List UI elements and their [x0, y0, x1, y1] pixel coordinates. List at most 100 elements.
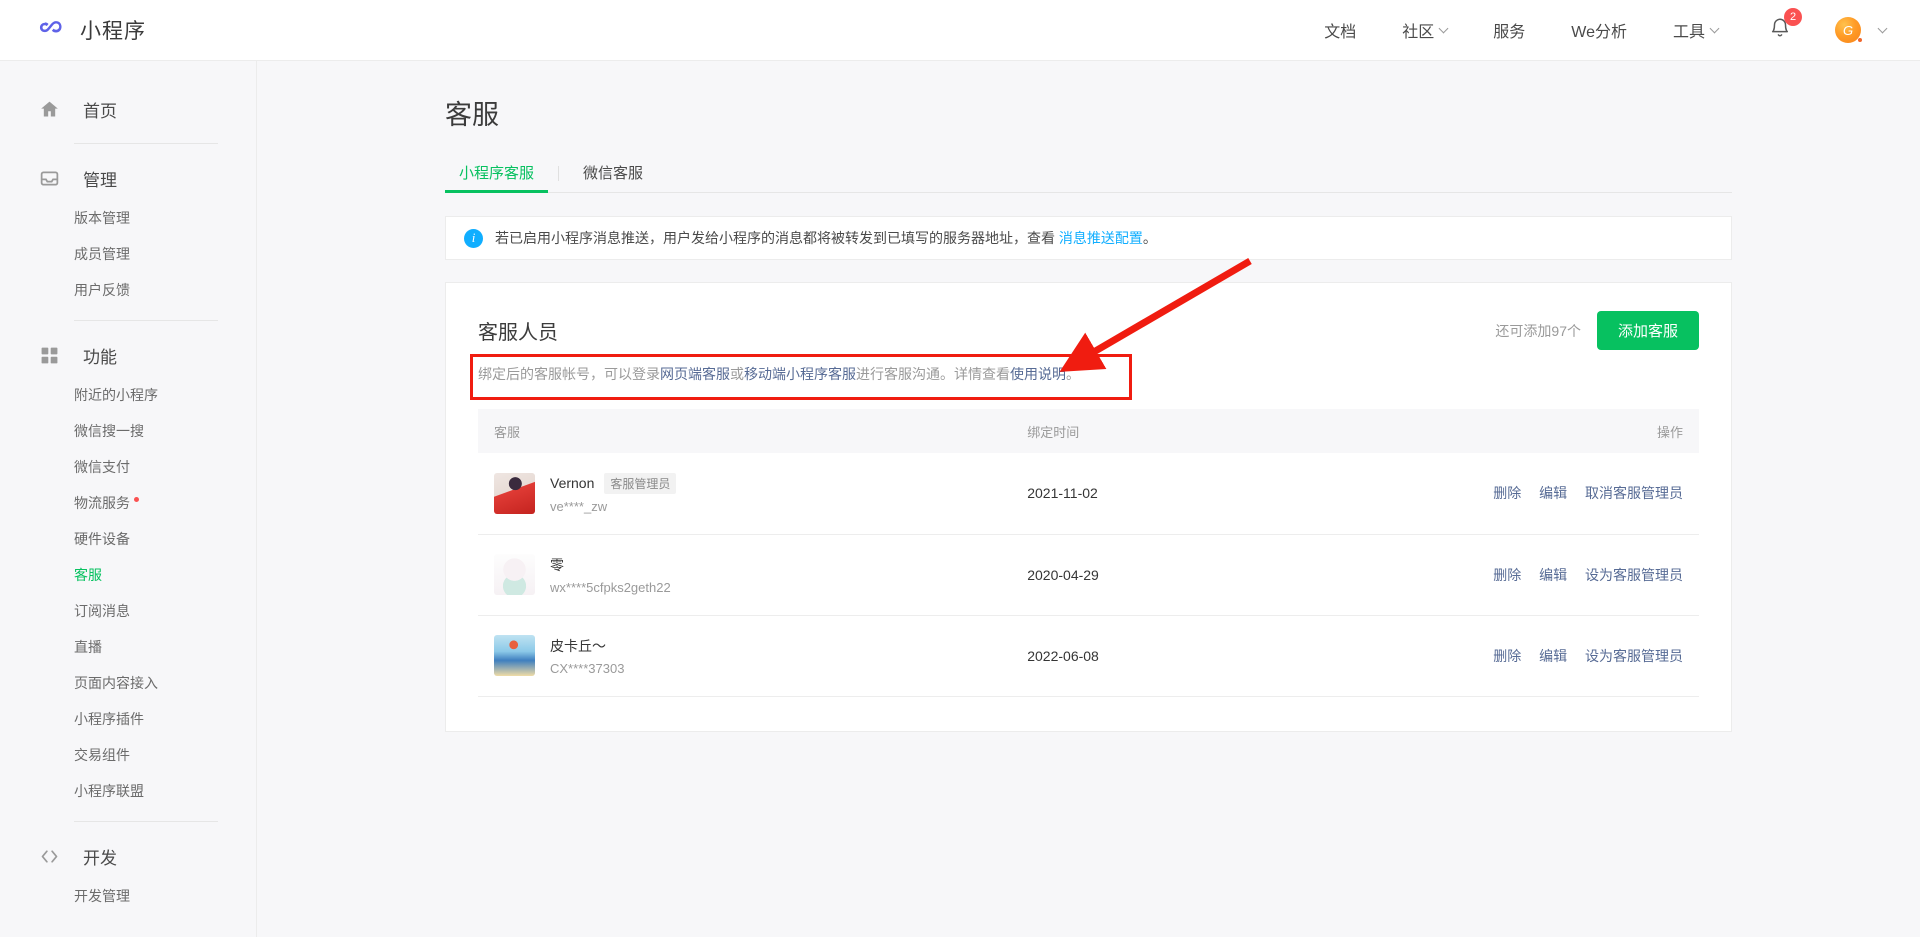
sidebar-divider: [74, 320, 218, 321]
info-text-before: 若已启用小程序消息推送，用户发给小程序的消息都将被转发到已填写的服务器地址，查看: [495, 230, 1059, 246]
cs-staff-table: 客服 绑定时间 操作 Vernon 客服管理员 ve****_zw 2021-1…: [478, 409, 1699, 697]
sidebar-item-members[interactable]: 成员管理: [0, 236, 256, 272]
cs-card-actions: 还可添加97个 添加客服: [1495, 311, 1699, 350]
sidebar-group-label: 首页: [83, 101, 117, 121]
message-push-config-link[interactable]: 消息推送配置: [1059, 230, 1143, 246]
nav-label: 服务: [1493, 24, 1526, 41]
nav-item-service[interactable]: 服务: [1493, 18, 1525, 42]
sidebar-item-version[interactable]: 版本管理: [0, 200, 256, 236]
cs-account: ve****_zw: [550, 498, 608, 514]
sidebar-item-label: 物流服务: [74, 495, 130, 511]
sidebar-item-subscribe-message[interactable]: 订阅消息: [0, 593, 256, 629]
edit-link[interactable]: 编辑: [1539, 648, 1567, 664]
cs-nickname: 零: [550, 556, 564, 573]
nav-item-tools[interactable]: 工具: [1673, 18, 1720, 42]
sidebar-item-label: 版本管理: [74, 210, 130, 226]
nav-item-community[interactable]: 社区: [1402, 18, 1449, 42]
avatar-image: [494, 554, 535, 595]
cell-cs-user: Vernon 客服管理员 ve****_zw: [478, 453, 1016, 535]
tab-label: 微信客服: [583, 165, 644, 182]
table-header-row: 客服 绑定时间 操作: [478, 409, 1699, 453]
sidebar-item-label: 直播: [74, 639, 102, 655]
sidebar-item-live[interactable]: 直播: [0, 629, 256, 665]
avatar[interactable]: G: [1835, 17, 1862, 43]
app-root: 小程序 文档 社区 服务 We分析 工具 2 G 首页 管理 版本管理 成员管理…: [0, 0, 1920, 937]
cell-bind-time: 2020-04-29: [1015, 534, 1419, 616]
header-nav: 文档 社区 服务 We分析 工具 2 G: [1301, 7, 1890, 44]
desc-part-3: 进行客服沟通。详情查看: [856, 366, 1010, 382]
sidebar-item-label: 小程序联盟: [74, 783, 144, 799]
sidebar-item-label: 客服: [74, 567, 102, 583]
nav-item-docs[interactable]: 文档: [1324, 18, 1356, 42]
cell-bind-time: 2022-06-08: [1015, 615, 1419, 697]
cs-user-meta: 皮卡丘～ CX****37303: [550, 636, 624, 676]
edit-link[interactable]: 编辑: [1539, 567, 1567, 583]
sidebar-item-label: 附近的小程序: [74, 387, 158, 403]
tab-mini-program-cs[interactable]: 小程序客服: [445, 162, 549, 193]
sidebar-item-label: 小程序插件: [74, 711, 144, 727]
mini-program-logo-icon: [34, 13, 68, 47]
tab-label: 小程序客服: [459, 165, 535, 182]
info-banner-text: 若已启用小程序消息推送，用户发给小程序的消息都将被转发到已填写的服务器地址，查看…: [495, 228, 1157, 248]
code-icon: [38, 845, 60, 867]
tab-wechat-cs[interactable]: 微信客服: [569, 162, 657, 192]
nav-item-weanalytics[interactable]: We分析: [1571, 18, 1627, 42]
cs-card-header: 客服人员 还可添加97个 添加客服: [478, 311, 1699, 350]
sidebar-item-dev-manage[interactable]: 开发管理: [0, 878, 256, 914]
sidebar-item-hardware[interactable]: 硬件设备: [0, 521, 256, 557]
brand-name: 小程序: [80, 20, 146, 43]
cs-account: CX****37303: [550, 660, 625, 676]
cs-account: wx****5cfpks2geth22: [550, 579, 671, 595]
cs-admin-badge: 客服管理员: [604, 472, 677, 494]
sidebar-item-logistics[interactable]: 物流服务: [0, 485, 256, 521]
sidebar-item-nearby[interactable]: 附近的小程序: [0, 377, 256, 413]
cs-staff-card: 客服人员 还可添加97个 添加客服 绑定后的客服帐号，可以登录网页端客服或移动端…: [445, 282, 1732, 732]
sidebar: 首页 管理 版本管理 成员管理 用户反馈 功能 附近的小程序 微信搜一搜 微信支…: [0, 61, 257, 937]
sidebar-item-label: 开发管理: [74, 888, 130, 904]
delete-link[interactable]: 删除: [1493, 648, 1521, 664]
sidebar-item-customer-service[interactable]: 客服: [0, 557, 256, 593]
top-header: 小程序 文档 社区 服务 We分析 工具 2 G: [0, 0, 1920, 61]
sidebar-group-label: 功能: [83, 347, 117, 367]
notifications-button[interactable]: 2: [1769, 7, 1802, 44]
nav-label: 文档: [1324, 24, 1357, 41]
sidebar-item-search[interactable]: 微信搜一搜: [0, 413, 256, 449]
sidebar-item-alliance[interactable]: 小程序联盟: [0, 773, 256, 809]
toggle-admin-link[interactable]: 设为客服管理员: [1585, 567, 1683, 583]
sidebar-item-wechatpay[interactable]: 微信支付: [0, 449, 256, 485]
edit-link[interactable]: 编辑: [1539, 485, 1567, 501]
cell-operations: 删除 编辑 设为客服管理员: [1418, 615, 1699, 697]
delete-link[interactable]: 删除: [1493, 485, 1521, 501]
web-cs-link[interactable]: 网页端客服: [660, 366, 730, 382]
chevron-down-icon: [1438, 23, 1449, 34]
remaining-slots-label: 还可添加97个: [1495, 322, 1581, 339]
sidebar-item-plugins[interactable]: 小程序插件: [0, 701, 256, 737]
cs-card-title: 客服人员: [478, 322, 558, 344]
account-chevron-down-icon[interactable]: [1877, 23, 1888, 34]
sidebar-group-develop[interactable]: 开发: [0, 834, 256, 878]
cell-cs-user: 皮卡丘～ CX****37303: [478, 615, 1016, 697]
chevron-down-icon: [1709, 23, 1720, 34]
cell-operations: 删除 编辑 设为客服管理员: [1418, 534, 1699, 616]
nav-label: We分析: [1571, 24, 1627, 41]
home-icon: [38, 98, 60, 120]
sidebar-group-manage[interactable]: 管理: [0, 156, 256, 200]
toggle-admin-link[interactable]: 设为客服管理员: [1585, 648, 1683, 664]
sidebar-item-page-content[interactable]: 页面内容接入: [0, 665, 256, 701]
sidebar-item-trade-component[interactable]: 交易组件: [0, 737, 256, 773]
sidebar-item-home[interactable]: 首页: [0, 87, 256, 131]
mobile-cs-link[interactable]: 移动端小程序客服: [744, 366, 856, 382]
toggle-admin-link[interactable]: 取消客服管理员: [1585, 485, 1683, 501]
add-customer-service-button[interactable]: 添加客服: [1596, 311, 1699, 350]
usage-guide-link[interactable]: 使用说明: [1010, 366, 1066, 382]
page-title: 客服: [445, 100, 499, 130]
inbox-icon: [38, 167, 60, 189]
delete-link[interactable]: 删除: [1493, 567, 1521, 583]
red-dot-icon: [134, 497, 139, 503]
column-header-cs: 客服: [478, 409, 1016, 453]
sidebar-group-features[interactable]: 功能: [0, 333, 256, 377]
cs-nickname: 皮卡丘～: [550, 637, 606, 654]
desc-part-2: 或: [730, 366, 744, 382]
sidebar-item-feedback[interactable]: 用户反馈: [0, 272, 256, 308]
brand[interactable]: 小程序: [34, 13, 146, 47]
